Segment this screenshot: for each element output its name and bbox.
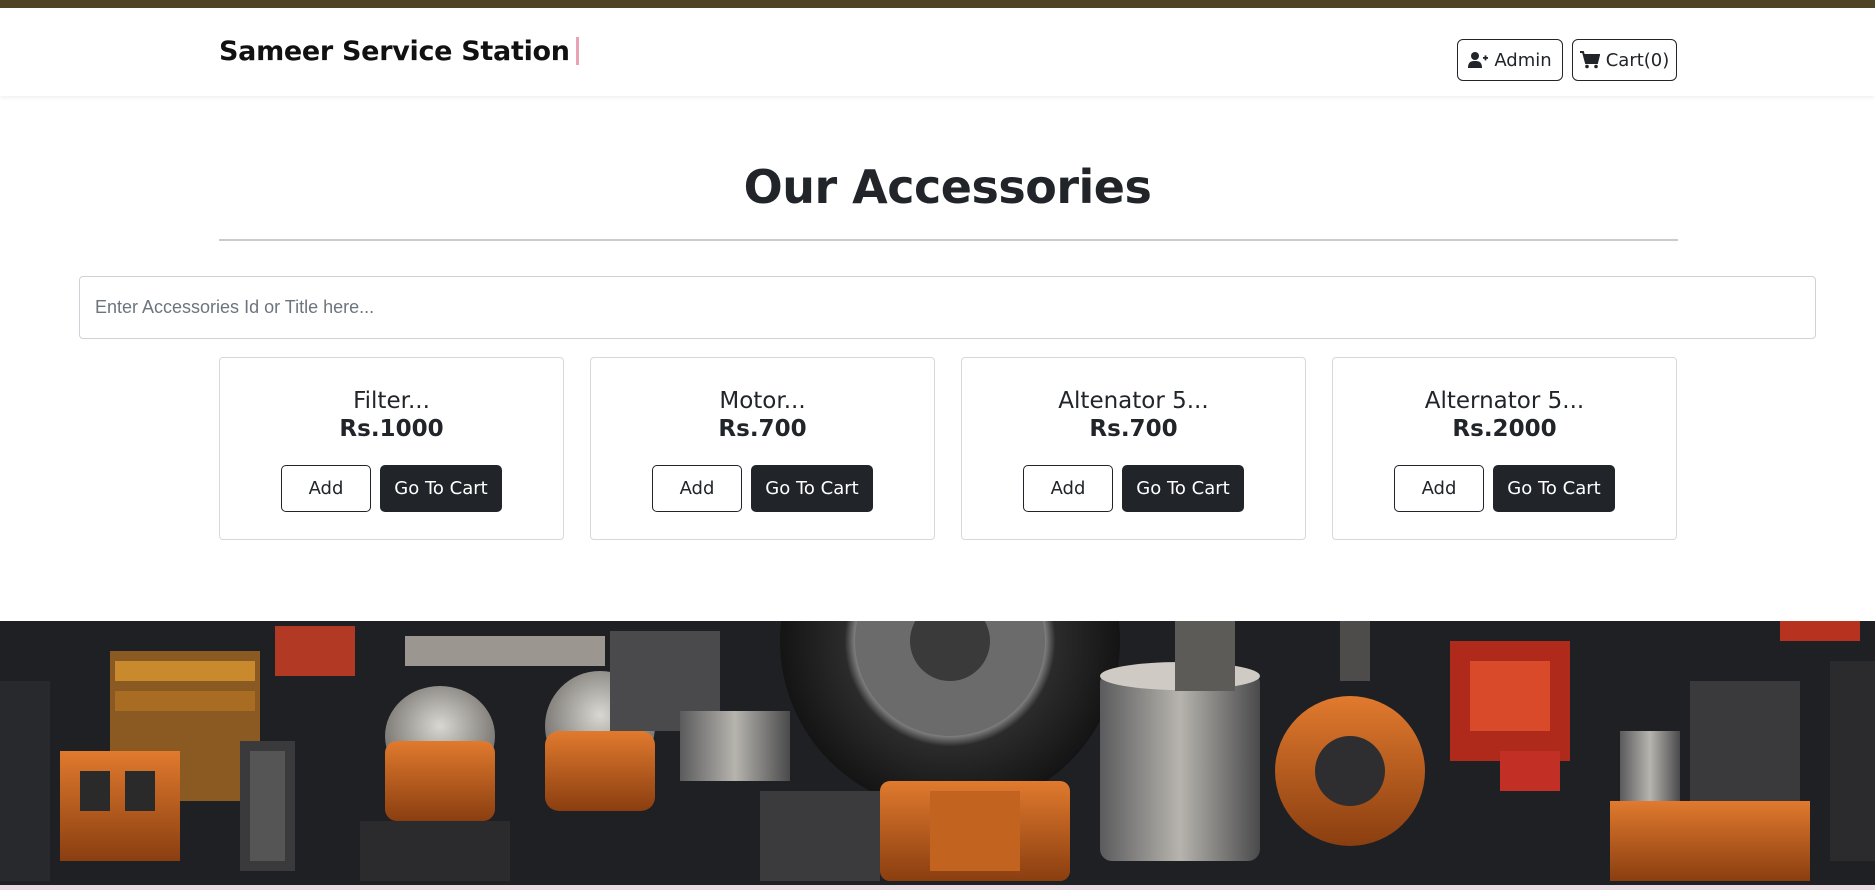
product-title: Alternator 5... — [1424, 388, 1585, 414]
go-to-cart-button[interactable]: Go To Cart — [1122, 465, 1244, 512]
product-title: Filter... — [353, 388, 430, 414]
product-card: Filter... Rs.1000 Add Go To Cart — [219, 357, 564, 540]
go-to-cart-button[interactable]: Go To Cart — [1493, 465, 1615, 512]
cart-button[interactable]: Cart(0) — [1572, 39, 1677, 81]
page-title: Our Accessories — [743, 160, 1152, 214]
bottom-strip — [0, 885, 1875, 890]
product-card: Altenator 5... Rs.700 Add Go To Cart — [961, 357, 1306, 540]
user-plus-icon — [1468, 52, 1489, 68]
search-input[interactable] — [79, 276, 1816, 339]
product-title: Altenator 5... — [1058, 388, 1209, 414]
product-title: Motor... — [719, 388, 806, 414]
go-to-cart-button[interactable]: Go To Cart — [751, 465, 873, 512]
brand-name: Sameer Service Station — [219, 36, 570, 67]
admin-button[interactable]: Admin — [1457, 39, 1563, 81]
top-accent-strip — [0, 0, 1875, 8]
product-price: Rs.700 — [1089, 416, 1178, 442]
admin-label: Admin — [1494, 49, 1552, 71]
product-card: Alternator 5... Rs.2000 Add Go To Cart — [1332, 357, 1677, 540]
add-button[interactable]: Add — [1023, 465, 1113, 512]
product-actions: Add Go To Cart — [591, 465, 934, 512]
product-price: Rs.700 — [718, 416, 807, 442]
go-to-cart-button[interactable]: Go To Cart — [380, 465, 502, 512]
product-actions: Add Go To Cart — [962, 465, 1305, 512]
brand-logo[interactable]: Sameer Service Station — [219, 36, 579, 67]
cart-label: Cart(0) — [1605, 49, 1670, 71]
navbar: Sameer Service Station Admin Cart(0) — [0, 8, 1875, 96]
add-button[interactable]: Add — [652, 465, 742, 512]
product-actions: Add Go To Cart — [220, 465, 563, 512]
add-button[interactable]: Add — [1394, 465, 1484, 512]
text-cursor — [575, 37, 579, 65]
title-divider — [219, 239, 1678, 241]
accessories-banner-image — [0, 621, 1875, 885]
product-actions: Add Go To Cart — [1333, 465, 1676, 512]
product-price: Rs.1000 — [339, 416, 444, 442]
shopping-cart-icon — [1579, 51, 1600, 69]
add-button[interactable]: Add — [281, 465, 371, 512]
product-card: Motor... Rs.700 Add Go To Cart — [590, 357, 935, 540]
product-price: Rs.2000 — [1452, 416, 1557, 442]
auto-parts-illustration — [0, 621, 1875, 885]
